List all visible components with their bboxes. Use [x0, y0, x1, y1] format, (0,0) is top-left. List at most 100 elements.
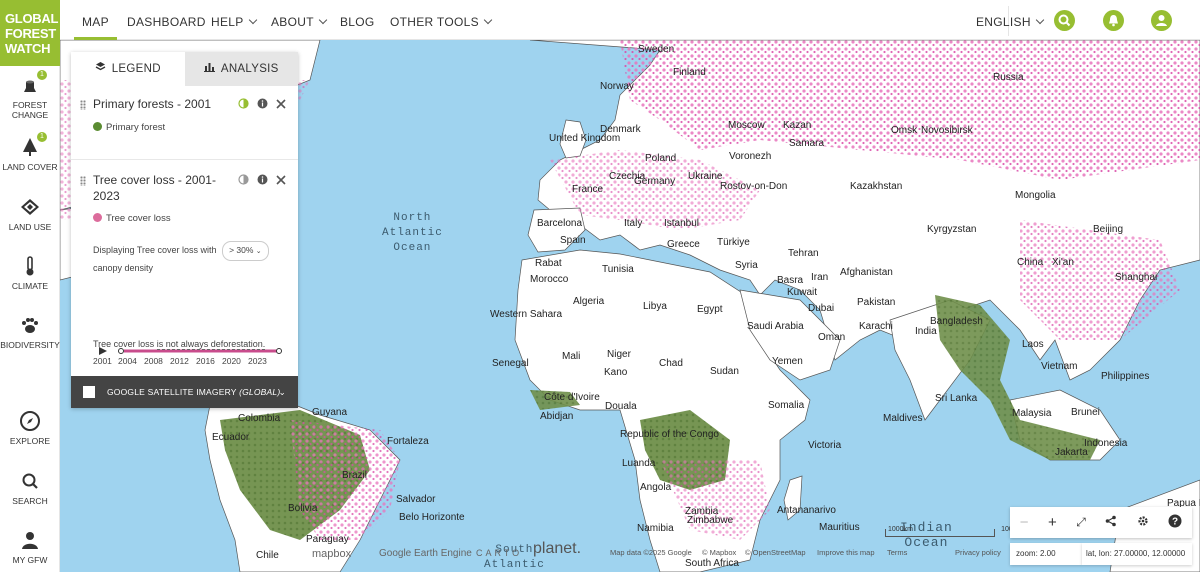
place-label: Algeria: [573, 296, 605, 307]
legend-swatch: [93, 121, 102, 131]
checkbox[interactable]: [83, 386, 95, 398]
place-label: Norway: [600, 81, 634, 92]
deforestation-link[interactable]: is not always deforestation.: [156, 339, 266, 350]
osm-credit[interactable]: © OpenStreetMap: [745, 548, 806, 557]
sidebar-item-label: FOREST CHANGE: [11, 100, 49, 120]
gfw-logo[interactable]: GLOBAL FOREST WATCH: [0, 0, 60, 66]
nav-help[interactable]: HELP: [211, 0, 257, 40]
chevron-down-icon: ⌄: [255, 248, 262, 255]
info-icon[interactable]: [257, 98, 268, 109]
place-label: Malaysia: [1012, 408, 1052, 419]
place-label: France: [572, 184, 604, 195]
nav-map[interactable]: MAP: [74, 0, 117, 40]
search-button[interactable]: [1054, 10, 1075, 31]
language-selector[interactable]: ENGLISH: [976, 0, 1045, 40]
year-label: 2001: [93, 356, 112, 366]
tab-legend[interactable]: LEGEND: [71, 52, 185, 86]
place-label: Dubai: [808, 303, 835, 314]
mapbox-logo[interactable]: mapbox: [312, 548, 351, 560]
top-nav: MAP DASHBOARD HELP ABOUT BLOG OTHER TOOL…: [60, 0, 1200, 40]
drag-handle-icon[interactable]: [80, 176, 86, 186]
close-icon[interactable]: [276, 98, 286, 109]
share-button[interactable]: [1105, 514, 1117, 531]
legend-swatch: [93, 212, 102, 222]
nav-about-label: ABOUT: [271, 15, 314, 29]
account-button[interactable]: [1151, 10, 1172, 31]
place-label: Ukraine: [688, 171, 723, 182]
place-label: Namibia: [637, 523, 674, 534]
place-label: Tehran: [788, 248, 819, 259]
sidebar-item-forest-change[interactable]: 1 FOREST CHANGE: [0, 70, 60, 120]
year-label: 2020: [222, 356, 241, 366]
place-label: Salvador: [396, 494, 436, 505]
logo-line-1: GLOBAL: [5, 11, 59, 26]
share-icon: [1105, 515, 1117, 527]
place-label: Colombia: [238, 413, 281, 424]
sidebar-item-label: LAND COVER: [2, 162, 58, 172]
place-label: Paraguay: [306, 534, 349, 545]
improve-map-link[interactable]: Improve this map: [817, 548, 875, 557]
ocean-label-north-atlantic: North Atlantic Ocean: [382, 212, 443, 254]
sidebar-item-explore[interactable]: EXPLORE: [0, 410, 60, 446]
sidebar-item-my-gfw[interactable]: MY GFW: [0, 529, 60, 565]
nav-blog[interactable]: BLOG: [340, 0, 375, 40]
nav-other-tools[interactable]: OTHER TOOLS: [390, 0, 493, 40]
zoom-out-button[interactable]: −: [1020, 514, 1029, 531]
place-label: Fortaleza: [387, 436, 429, 447]
close-icon[interactable]: [276, 174, 286, 185]
opacity-icon[interactable]: [238, 98, 249, 109]
terms-link[interactable]: Terms: [887, 548, 907, 557]
privacy-link[interactable]: Privacy policy: [955, 548, 1001, 557]
settings-button[interactable]: [1137, 514, 1149, 531]
nav-dashboard[interactable]: DASHBOARD: [127, 0, 206, 40]
info-icon[interactable]: [257, 174, 268, 185]
zoom-in-button[interactable]: +: [1048, 514, 1057, 531]
footnote-text: Tree cover loss: [93, 339, 155, 349]
sidebar-item-label: SEARCH: [12, 496, 48, 506]
sidebar-item-land-use[interactable]: LAND USE: [0, 196, 60, 232]
compass-icon: [19, 410, 41, 432]
place-label: Antananarivo: [777, 505, 836, 516]
chevron-down-icon: [318, 15, 328, 25]
place-label: Czechia: [609, 171, 646, 182]
place-label: India: [915, 326, 937, 337]
place-label: Karachi: [859, 321, 893, 332]
place-label: Kyrgyzstan: [927, 224, 977, 235]
notifications-button[interactable]: [1103, 10, 1124, 31]
tab-analysis[interactable]: ANALYSIS: [184, 52, 298, 86]
google-satellite-toggle[interactable]: GOOGLE SATELLITE IMAGERY (GLOBAL) ⌄: [71, 376, 298, 408]
place-label: Chile: [256, 550, 279, 561]
legend-panel: LEGEND ANALYSIS Primary forests - 2001 P…: [71, 52, 298, 408]
opacity-icon[interactable]: [238, 174, 249, 185]
place-label: Somalia: [768, 400, 805, 411]
help-button[interactable]: ?: [1168, 514, 1182, 532]
place-label: Jakarta: [1055, 447, 1088, 458]
layer-tree-cover-loss: Tree cover loss - 2001-2023 Tree cover l…: [71, 172, 298, 362]
place-label: Senegal: [492, 358, 529, 369]
tab-analysis-label: ANALYSIS: [220, 63, 279, 76]
map-data-credit: Map data ©2025 Google: [610, 548, 692, 557]
left-sidebar: 1 FOREST CHANGE 1 LAND COVER LAND USE CL…: [0, 66, 60, 572]
canopy-threshold-select[interactable]: > 30% ⌄: [222, 241, 269, 261]
sidebar-item-biodiversity[interactable]: BIODIVERSITY: [0, 314, 60, 350]
carto-logo[interactable]: CARTO: [476, 548, 522, 558]
drag-handle-icon[interactable]: [80, 100, 86, 110]
legend-entry: Tree cover loss: [93, 212, 286, 224]
sidebar-item-search[interactable]: SEARCH: [0, 470, 60, 506]
place-label: Zimbabwe: [687, 515, 734, 526]
place-label: Luanda: [622, 458, 656, 469]
place-label: Brazil: [342, 470, 368, 481]
place-label: Basra: [777, 275, 804, 286]
mapbox-credit[interactable]: © Mapbox: [702, 548, 736, 557]
google-earth-engine-logo[interactable]: Google Earth Engine: [379, 548, 472, 559]
fullscreen-button[interactable]: ⤢: [1076, 515, 1086, 530]
place-label: Pakistan: [857, 297, 896, 308]
planet-logo[interactable]: planet.: [533, 540, 581, 558]
place-label: China: [1017, 257, 1044, 268]
sidebar-item-climate[interactable]: CLIMATE: [0, 255, 60, 291]
sidebar-item-label: BIODIVERSITY: [0, 340, 60, 350]
lat-lon-readout: lat, lon: 27.00000, 12.00000: [1082, 543, 1192, 565]
nav-about[interactable]: ABOUT: [271, 0, 328, 40]
sidebar-item-land-cover[interactable]: 1 LAND COVER: [0, 132, 60, 172]
place-label: Voronezh: [729, 151, 772, 162]
